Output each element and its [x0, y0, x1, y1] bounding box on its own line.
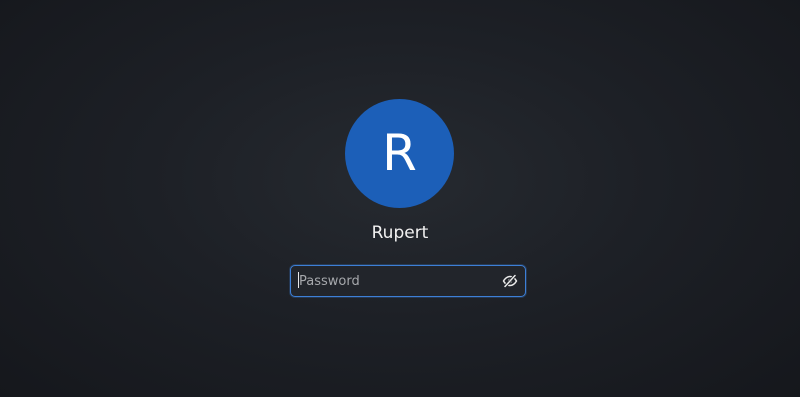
lock-screen: R Rupert — [0, 0, 800, 397]
password-input[interactable] — [291, 266, 491, 296]
password-field[interactable] — [290, 265, 526, 297]
avatar-initial: R — [382, 123, 417, 182]
show-password-button[interactable] — [501, 272, 519, 290]
eye-slash-icon — [502, 273, 518, 289]
text-cursor — [298, 272, 299, 288]
username-label: Rupert — [371, 223, 429, 243]
avatar: R — [345, 99, 454, 208]
